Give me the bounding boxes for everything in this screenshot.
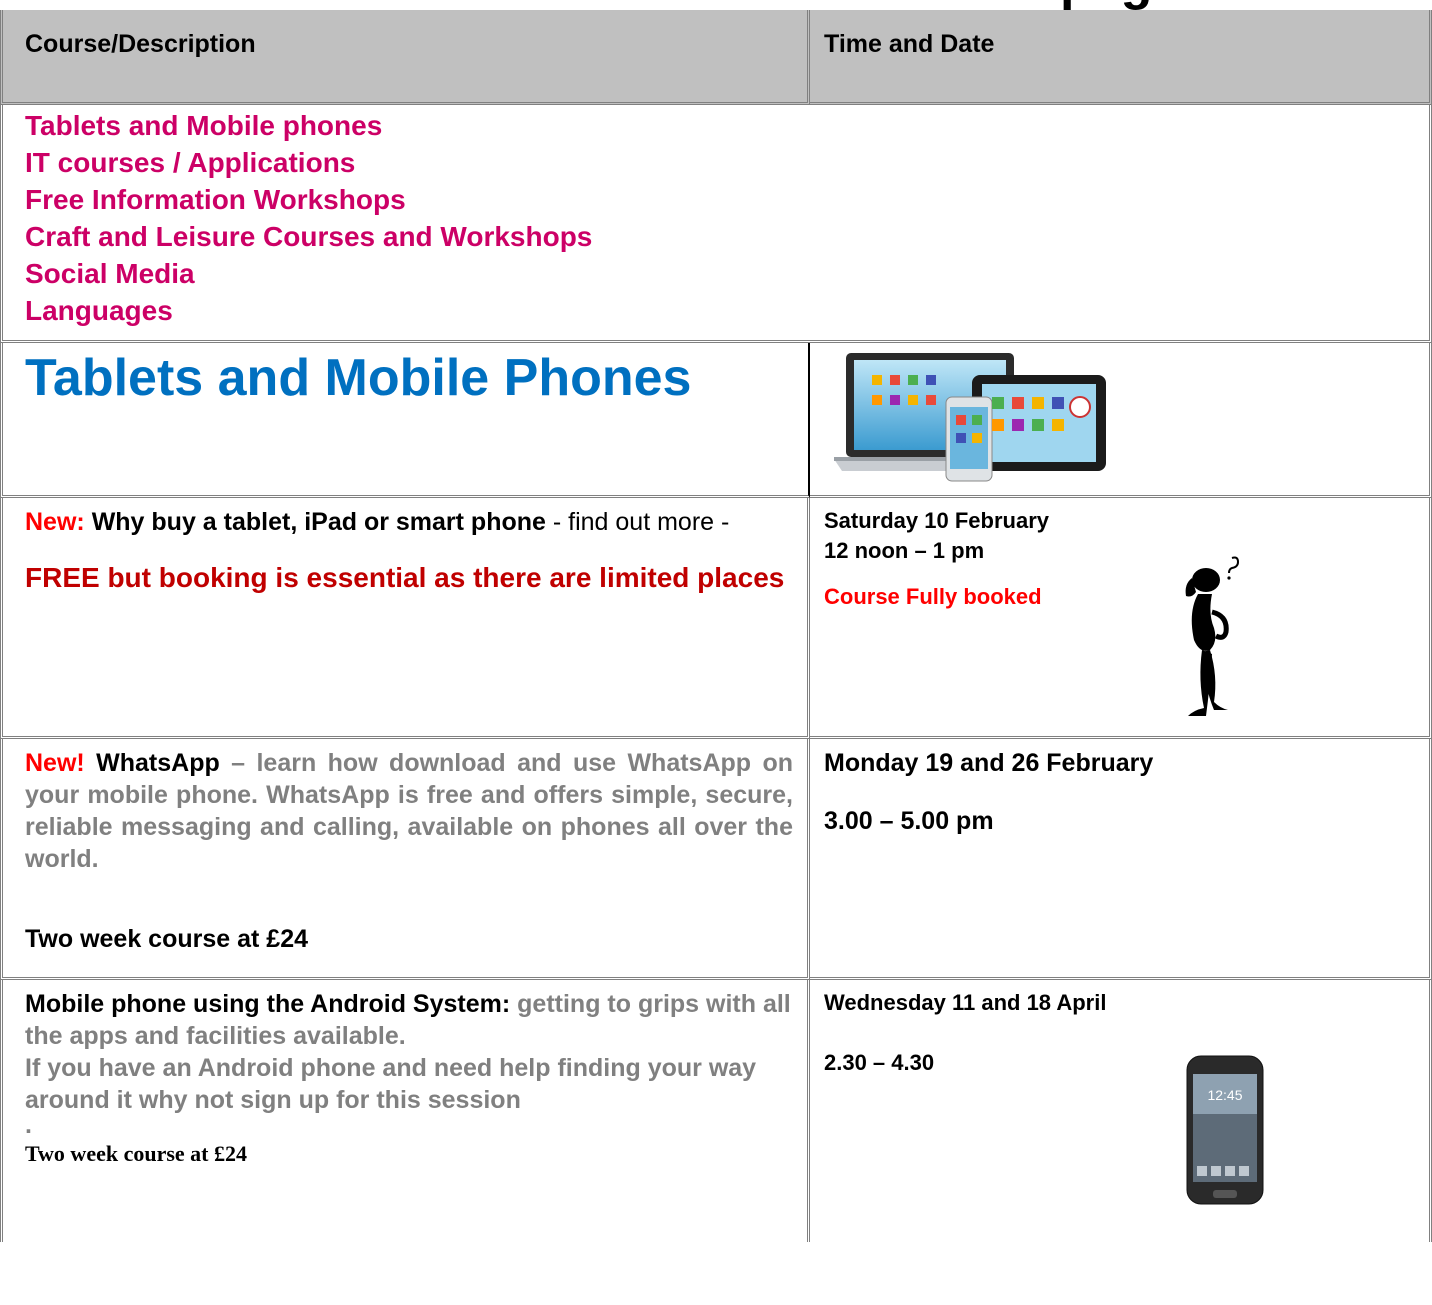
- thinking-figure-image: [1185, 556, 1240, 716]
- course-row-whatsapp: New! WhatsApp – learn how download and u…: [0, 739, 1432, 980]
- course-desc: New! WhatsApp – learn how download and u…: [3, 739, 807, 955]
- header-time: Time and Date: [810, 10, 1432, 105]
- course-name: Mobile phone using the Android System:: [25, 990, 511, 1018]
- svg-text:12:45: 12:45: [1207, 1087, 1242, 1103]
- course-table: Course/Description Time and Date Tablets…: [0, 10, 1432, 1242]
- header-row: Course/Description Time and Date: [0, 10, 1432, 105]
- course-note: FREE but booking is essential as there a…: [25, 562, 785, 593]
- course-date: Saturday 10 February: [824, 508, 1049, 533]
- course-name: Why buy a tablet, iPad or smart phone: [91, 508, 546, 536]
- section-title-cell: Tablets and Mobile Phones: [0, 343, 810, 498]
- index-row: Tablets and Mobile phones IT courses / A…: [0, 105, 1432, 343]
- header-course: Course/Description: [0, 10, 810, 105]
- course-date: Monday 19 and 26 February: [824, 749, 1154, 777]
- course-desc-text-2: If you have an Android phone and need he…: [25, 1054, 757, 1114]
- index-item-social-media[interactable]: Social Media: [25, 255, 1429, 292]
- index-item-it-courses[interactable]: IT courses / Applications: [25, 144, 1429, 181]
- course-desc-dot: .: [25, 1111, 32, 1139]
- course-desc-cell: New: Why buy a tablet, iPad or smart pho…: [0, 498, 810, 739]
- course-when: Monday 19 and 26 February 3.00 – 5.00 pm: [810, 739, 1429, 837]
- course-time-cell: Saturday 10 February 12 noon – 1 pm Cour…: [810, 498, 1432, 739]
- course-time: 2.30 – 4.30: [824, 1050, 935, 1075]
- index-item-languages[interactable]: Languages: [25, 292, 1429, 329]
- course-price: Two week course at £24: [25, 925, 308, 953]
- course-desc: New: Why buy a tablet, iPad or smart pho…: [3, 498, 807, 595]
- header-time-label: Time and Date: [824, 30, 995, 58]
- course-status-badge: Course Fully booked: [824, 584, 1042, 609]
- samsung-phone-image: 12:45: [1186, 1055, 1264, 1205]
- course-time: 12 noon – 1 pm: [824, 538, 985, 563]
- course-row-android: Mobile phone using the Android System: g…: [0, 980, 1432, 1242]
- course-time: 3.00 – 5.00 pm: [824, 807, 994, 835]
- new-tag: New:: [25, 508, 85, 536]
- course-desc-cell: Mobile phone using the Android System: g…: [0, 980, 810, 1242]
- new-tag: New!: [25, 749, 85, 777]
- course-when: Wednesday 11 and 18 April 2.30 – 4.30: [810, 980, 1429, 1078]
- section-title: Tablets and Mobile Phones: [25, 349, 692, 407]
- course-time-cell: Monday 19 and 26 February 3.00 – 5.00 pm: [810, 739, 1432, 980]
- course-time-cell: Wednesday 11 and 18 April 2.30 – 4.30 12…: [810, 980, 1432, 1242]
- course-name: WhatsApp: [96, 749, 220, 777]
- course-when: Saturday 10 February 12 noon – 1 pm Cour…: [810, 498, 1429, 612]
- course-date: Wednesday 11 and 18 April: [824, 990, 1107, 1015]
- course-desc-text: - find out more -: [545, 508, 730, 536]
- page: pag Course/Description Time and Date Tab…: [0, 0, 1432, 1305]
- index-cell: Tablets and Mobile phones IT courses / A…: [0, 105, 1432, 343]
- course-row-tablet: New: Why buy a tablet, iPad or smart pho…: [0, 498, 1432, 739]
- course-desc-cell: New! WhatsApp – learn how download and u…: [0, 739, 810, 980]
- index-item-craft[interactable]: Craft and Leisure Courses and Workshops: [25, 218, 1429, 255]
- section-row: Tablets and Mobile Phones: [0, 343, 1432, 498]
- header-course-label: Course/Description: [25, 30, 256, 58]
- index-item-workshops[interactable]: Free Information Workshops: [25, 181, 1429, 218]
- devices-image: [834, 353, 1106, 482]
- course-price: Two week course at £24: [25, 1141, 247, 1166]
- index-item-tablets[interactable]: Tablets and Mobile phones: [25, 105, 1429, 144]
- course-desc: Mobile phone using the Android System: g…: [3, 980, 807, 1170]
- section-image-cell: [810, 343, 1432, 498]
